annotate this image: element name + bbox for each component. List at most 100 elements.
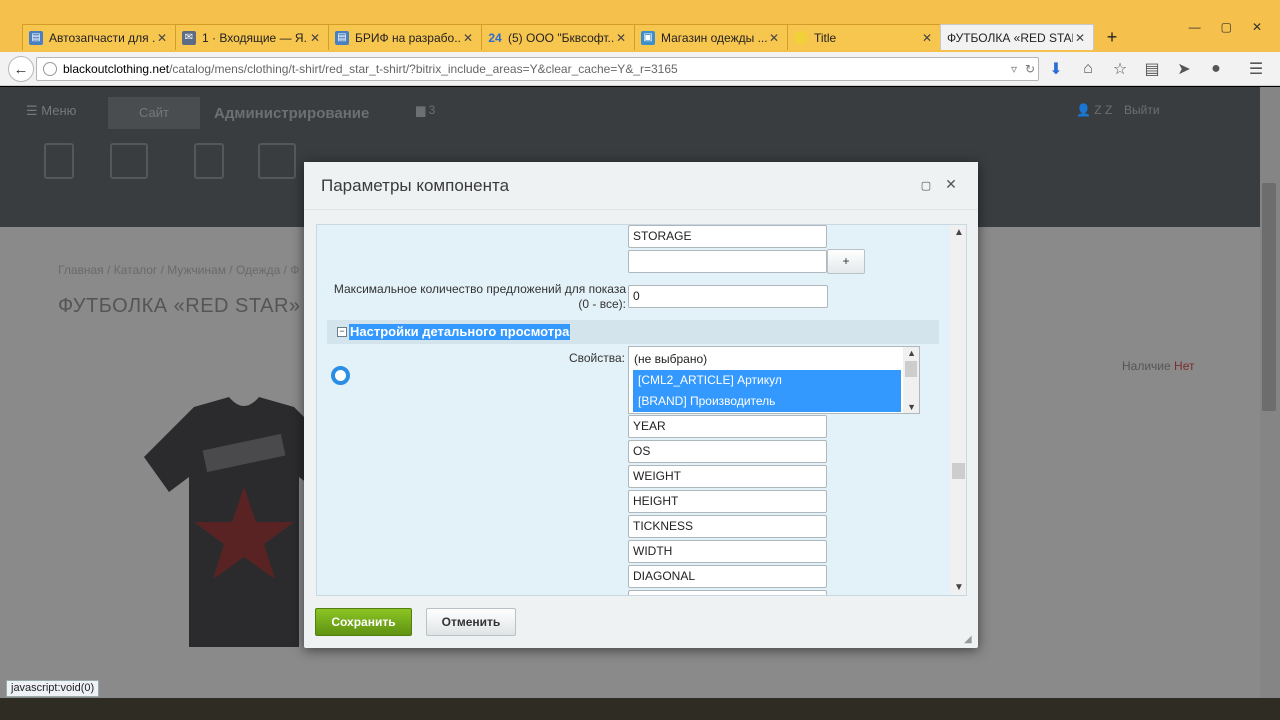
availability: Наличие Нет [1122, 359, 1194, 373]
listbox-option-selected[interactable]: [CML2_ARTICLE] Артикул [633, 370, 901, 391]
loading-icon [794, 30, 808, 45]
address-bar[interactable]: blackoutclothing.net/catalog/mens/clothi… [36, 57, 1039, 81]
tab-label: (5) ООО "Бквсофт... [508, 30, 614, 45]
bookmark-star-icon[interactable]: ☆ [1110, 58, 1130, 80]
admin-user-name: Z Z [1094, 103, 1113, 117]
admin-menu-label: Меню [41, 103, 77, 118]
dialog-title: Параметры компонента [321, 176, 510, 195]
close-icon[interactable]: ✕ [614, 31, 628, 45]
tab-label: БРИФ на разрабо... [355, 30, 461, 45]
close-icon[interactable]: ✕ [461, 31, 475, 45]
listbox-scrollbar[interactable]: ▲ ▼ [903, 347, 919, 413]
tab-label: Магазин одежды ... [661, 30, 767, 45]
add-field-button[interactable]: + [827, 249, 865, 274]
tab-red-star[interactable]: ФУТБОЛКА «RED STAR» ✕ [940, 24, 1094, 50]
product-title: ФУТБОЛКА «RED STAR» [58, 295, 301, 317]
scroll-up-icon[interactable]: ▲ [907, 348, 916, 358]
property-code-field-partial[interactable] [628, 590, 827, 595]
back-arrow-icon: ← [13, 60, 29, 78]
url-text[interactable]: blackoutclothing.net/catalog/mens/clothi… [63, 62, 1006, 76]
property-code-field[interactable]: HEIGHT [628, 490, 827, 513]
comment-icon: ▆ [416, 103, 426, 117]
tab-avtozapchasti[interactable]: ▤ Автозапчасти для ... ✕ [22, 24, 176, 50]
send-icon[interactable]: ➤ [1174, 58, 1194, 80]
tab-label: ФУТБОЛКА «RED STAR» [947, 30, 1073, 45]
cancel-button[interactable]: Отменить [426, 608, 516, 636]
close-icon[interactable]: ✕ [1073, 31, 1087, 45]
create-page-icon[interactable] [44, 143, 74, 179]
scroll-down-icon[interactable]: ▼ [907, 402, 916, 412]
scroll-thumb[interactable] [905, 361, 917, 377]
listbox-option-selected[interactable]: [BRAND] Производитель [633, 391, 901, 412]
reload-icon[interactable]: ↻ [1022, 62, 1038, 76]
status-bar: javascript:void(0) [6, 680, 100, 697]
create-section-icon[interactable] [110, 143, 148, 179]
toolbar-icons: ⬇ ⌂ ☆ ▤ ➤ ● ☰ [1046, 58, 1266, 80]
reading-list-icon[interactable]: ▤ [1142, 58, 1162, 80]
storage-field[interactable]: STORAGE [628, 225, 827, 248]
property-code-field[interactable]: TICKNESS [628, 515, 827, 538]
properties-label: Свойства: [568, 351, 625, 365]
admin-user[interactable]: 👤 Z Z [1076, 103, 1112, 117]
download-icon[interactable]: ⬇ [1046, 58, 1066, 80]
scroll-up-icon[interactable]: ▲ [954, 227, 964, 238]
hamburger-menu-icon[interactable]: ☰ [1246, 58, 1266, 80]
new-tab-button[interactable]: + [1099, 24, 1125, 50]
admin-menu-button[interactable]: ☰ Меню [26, 103, 76, 119]
scroll-thumb[interactable] [1262, 183, 1276, 411]
maximize-icon[interactable]: ▢ [919, 178, 933, 192]
tab-bitrix24[interactable]: 24 (5) ООО "Бквсофт... ✕ [481, 24, 635, 50]
close-window-button[interactable]: ✕ [1252, 20, 1262, 34]
tab-shop[interactable]: ▣ Магазин одежды ... ✕ [634, 24, 788, 50]
new-property-field[interactable] [628, 250, 827, 273]
edit-page-icon[interactable] [194, 143, 224, 179]
minimize-button[interactable]: — [1189, 20, 1201, 34]
admin-comments[interactable]: ▆ 3 [416, 103, 435, 117]
admin-exit[interactable]: Выйти [1124, 103, 1160, 117]
property-code-field[interactable]: WEIGHT [628, 465, 827, 488]
browser-titlebar: ▤ Автозапчасти для ... ✕ ✉ 1 · Входящие … [0, 0, 1280, 52]
edit-section-icon[interactable] [258, 143, 296, 179]
property-code-field[interactable]: WIDTH [628, 540, 827, 563]
page-scrollbar[interactable] [1260, 87, 1280, 698]
max-offers-field[interactable]: 0 [628, 285, 828, 308]
url-host: blackoutclothing.net [63, 62, 170, 76]
dialog-footer: Сохранить Отменить [304, 598, 978, 648]
scroll-down-icon[interactable]: ▼ [954, 582, 964, 593]
close-icon[interactable]: ✕ [155, 31, 169, 45]
tab-inbox[interactable]: ✉ 1 · Входящие — Я... ✕ [175, 24, 329, 50]
listbox-option[interactable]: (не выбрано) [629, 349, 897, 370]
breadcrumb: Главная / Каталог / Мужчинам / Одежда / … [58, 263, 300, 277]
mail-icon: ✉ [182, 30, 196, 45]
save-button[interactable]: Сохранить [315, 608, 412, 636]
chat-icon[interactable]: ● [1206, 58, 1226, 80]
collapse-icon[interactable]: − [337, 327, 347, 337]
dialog-body: STORAGE + Максимальное количество предло… [316, 224, 967, 596]
close-icon[interactable]: ✕ [308, 31, 322, 45]
maximize-button[interactable]: ▢ [1221, 20, 1232, 34]
section-title: Настройки детального просмотра [349, 324, 571, 340]
back-button[interactable]: ← [8, 56, 34, 82]
properties-listbox[interactable]: (не выбрано) [CML2_ARTICLE] Артикул [BRA… [628, 346, 920, 414]
resize-handle-icon[interactable]: ◢ [964, 634, 976, 646]
detail-view-section[interactable]: − Настройки детального просмотра [327, 320, 939, 344]
close-icon[interactable]: ✕ [920, 31, 934, 45]
globe-icon [43, 62, 57, 76]
shop-icon: ▣ [641, 30, 655, 45]
dropdown-arrow-icon[interactable]: ▿ [1006, 62, 1022, 76]
home-icon[interactable]: ⌂ [1078, 58, 1098, 80]
tab-label: Автозапчасти для ... [49, 30, 155, 45]
tab-brif[interactable]: ▤ БРИФ на разрабо... ✕ [328, 24, 482, 50]
dialog-scrollbar[interactable]: ▲ ▼ [950, 225, 966, 595]
property-code-field[interactable]: OS [628, 440, 827, 463]
os-taskbar [0, 698, 1280, 720]
property-code-field[interactable]: YEAR [628, 415, 827, 438]
dialog-header[interactable]: Параметры компонента ▢ ✕ [304, 162, 978, 210]
property-code-field[interactable]: DIAGONAL [628, 565, 827, 588]
scroll-thumb[interactable] [952, 463, 965, 479]
tab-title[interactable]: Title ✕ [787, 24, 941, 50]
close-icon[interactable]: ✕ [943, 176, 959, 192]
admin-tab-administration[interactable]: Администрирование [214, 105, 369, 122]
close-icon[interactable]: ✕ [767, 31, 781, 45]
admin-tab-site[interactable]: Сайт [108, 97, 200, 129]
